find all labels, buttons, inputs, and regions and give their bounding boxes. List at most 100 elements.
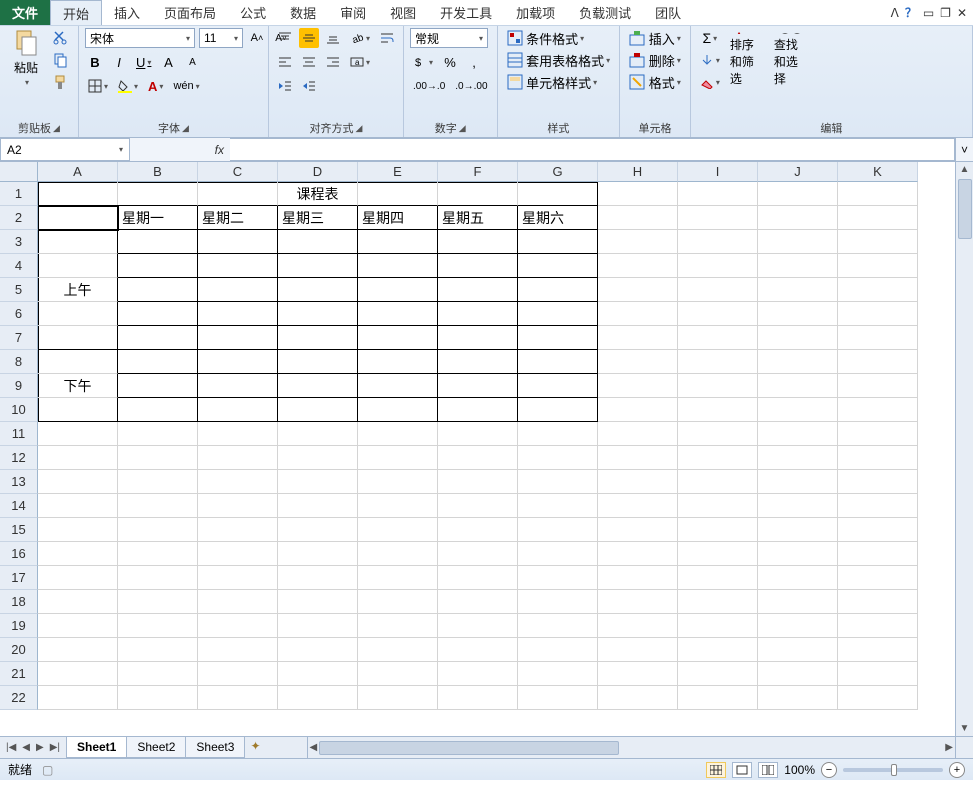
row-header[interactable]: 12 <box>0 446 38 470</box>
cell[interactable] <box>38 590 118 614</box>
cell[interactable] <box>358 230 438 254</box>
cell[interactable] <box>278 278 358 302</box>
cell[interactable] <box>278 638 358 662</box>
cell[interactable]: 星期一 <box>118 206 198 230</box>
column-header[interactable]: I <box>678 162 758 182</box>
cell[interactable] <box>438 518 518 542</box>
cell[interactable] <box>838 374 918 398</box>
column-header[interactable]: G <box>518 162 598 182</box>
cell[interactable] <box>278 302 358 326</box>
cell[interactable] <box>438 326 518 350</box>
cell[interactable] <box>598 206 678 230</box>
column-header[interactable]: B <box>118 162 198 182</box>
number-dialog-icon[interactable]: ◢ <box>459 123 466 134</box>
align-dialog-icon[interactable]: ◢ <box>356 123 363 134</box>
cell[interactable] <box>678 566 758 590</box>
cell[interactable] <box>278 662 358 686</box>
cell[interactable] <box>438 230 518 254</box>
row-header[interactable]: 21 <box>0 662 38 686</box>
cell[interactable] <box>838 278 918 302</box>
cell[interactable] <box>358 278 438 302</box>
cell[interactable] <box>278 518 358 542</box>
cell[interactable] <box>678 614 758 638</box>
cell[interactable] <box>678 542 758 566</box>
cell[interactable] <box>198 446 278 470</box>
cell[interactable] <box>278 686 358 710</box>
scroll-down-icon[interactable]: ▼ <box>958 721 972 736</box>
cell[interactable] <box>678 590 758 614</box>
cell[interactable] <box>518 326 598 350</box>
zoom-out-button[interactable]: − <box>821 762 837 778</box>
cell[interactable] <box>358 350 438 374</box>
cell[interactable] <box>758 446 838 470</box>
cell[interactable] <box>198 638 278 662</box>
cell[interactable] <box>118 254 198 278</box>
merge-button[interactable]: a <box>347 52 373 72</box>
cell[interactable] <box>758 470 838 494</box>
font-name-select[interactable]: 宋体▾ <box>85 28 195 48</box>
cell[interactable] <box>438 302 518 326</box>
expand-formula-bar-icon[interactable]: ˅ <box>955 138 973 161</box>
cell[interactable] <box>758 422 838 446</box>
fill-button[interactable] <box>697 50 723 70</box>
cell[interactable] <box>198 350 278 374</box>
vscroll-thumb[interactable] <box>958 179 972 239</box>
win-restore-icon[interactable]: ❐ <box>940 6 951 20</box>
align-middle-button[interactable] <box>299 28 319 48</box>
cell[interactable] <box>678 422 758 446</box>
cell[interactable] <box>358 422 438 446</box>
cell[interactable] <box>598 254 678 278</box>
cell[interactable] <box>358 590 438 614</box>
underline-button[interactable]: U <box>133 52 154 72</box>
row-header[interactable]: 18 <box>0 590 38 614</box>
cell[interactable] <box>118 446 198 470</box>
cell[interactable] <box>118 470 198 494</box>
cell[interactable] <box>678 326 758 350</box>
cell[interactable] <box>358 662 438 686</box>
cell[interactable] <box>758 662 838 686</box>
cell[interactable] <box>198 686 278 710</box>
cell[interactable] <box>198 614 278 638</box>
pagebreak-view-button[interactable] <box>758 762 778 778</box>
cell[interactable] <box>278 614 358 638</box>
tab-home[interactable]: 开始 <box>50 0 102 25</box>
cell[interactable] <box>518 422 598 446</box>
win-close-icon[interactable]: ✕ <box>957 6 967 20</box>
cell[interactable] <box>598 422 678 446</box>
cell[interactable] <box>838 686 918 710</box>
cell[interactable] <box>198 590 278 614</box>
column-header[interactable]: D <box>278 162 358 182</box>
cell[interactable] <box>358 518 438 542</box>
cell[interactable] <box>678 494 758 518</box>
cell[interactable] <box>438 590 518 614</box>
cell[interactable] <box>118 638 198 662</box>
cell[interactable] <box>118 566 198 590</box>
table-format-button[interactable]: 套用表格格式 <box>504 50 614 70</box>
cell[interactable] <box>438 662 518 686</box>
column-header[interactable]: E <box>358 162 438 182</box>
cell[interactable] <box>518 350 598 374</box>
cell[interactable] <box>278 422 358 446</box>
sheet-nav-prev-icon[interactable]: ◀ <box>20 742 32 753</box>
cell[interactable] <box>598 374 678 398</box>
cell[interactable] <box>838 614 918 638</box>
cell[interactable] <box>198 302 278 326</box>
column-header[interactable]: C <box>198 162 278 182</box>
cell[interactable] <box>598 326 678 350</box>
cell[interactable] <box>678 206 758 230</box>
cell[interactable] <box>758 518 838 542</box>
formula-input[interactable] <box>230 138 955 161</box>
clear-button[interactable] <box>697 72 723 92</box>
fx-icon[interactable]: fx <box>215 143 224 157</box>
cell[interactable] <box>118 302 198 326</box>
cell[interactable] <box>758 374 838 398</box>
cell[interactable] <box>758 278 838 302</box>
align-top-button[interactable] <box>275 28 295 48</box>
sheet-nav-first-icon[interactable]: |◀ <box>4 742 18 753</box>
cell[interactable] <box>678 278 758 302</box>
cell[interactable] <box>598 470 678 494</box>
cell[interactable] <box>118 230 198 254</box>
cell[interactable] <box>838 494 918 518</box>
cell[interactable] <box>118 278 198 302</box>
cell[interactable] <box>358 566 438 590</box>
